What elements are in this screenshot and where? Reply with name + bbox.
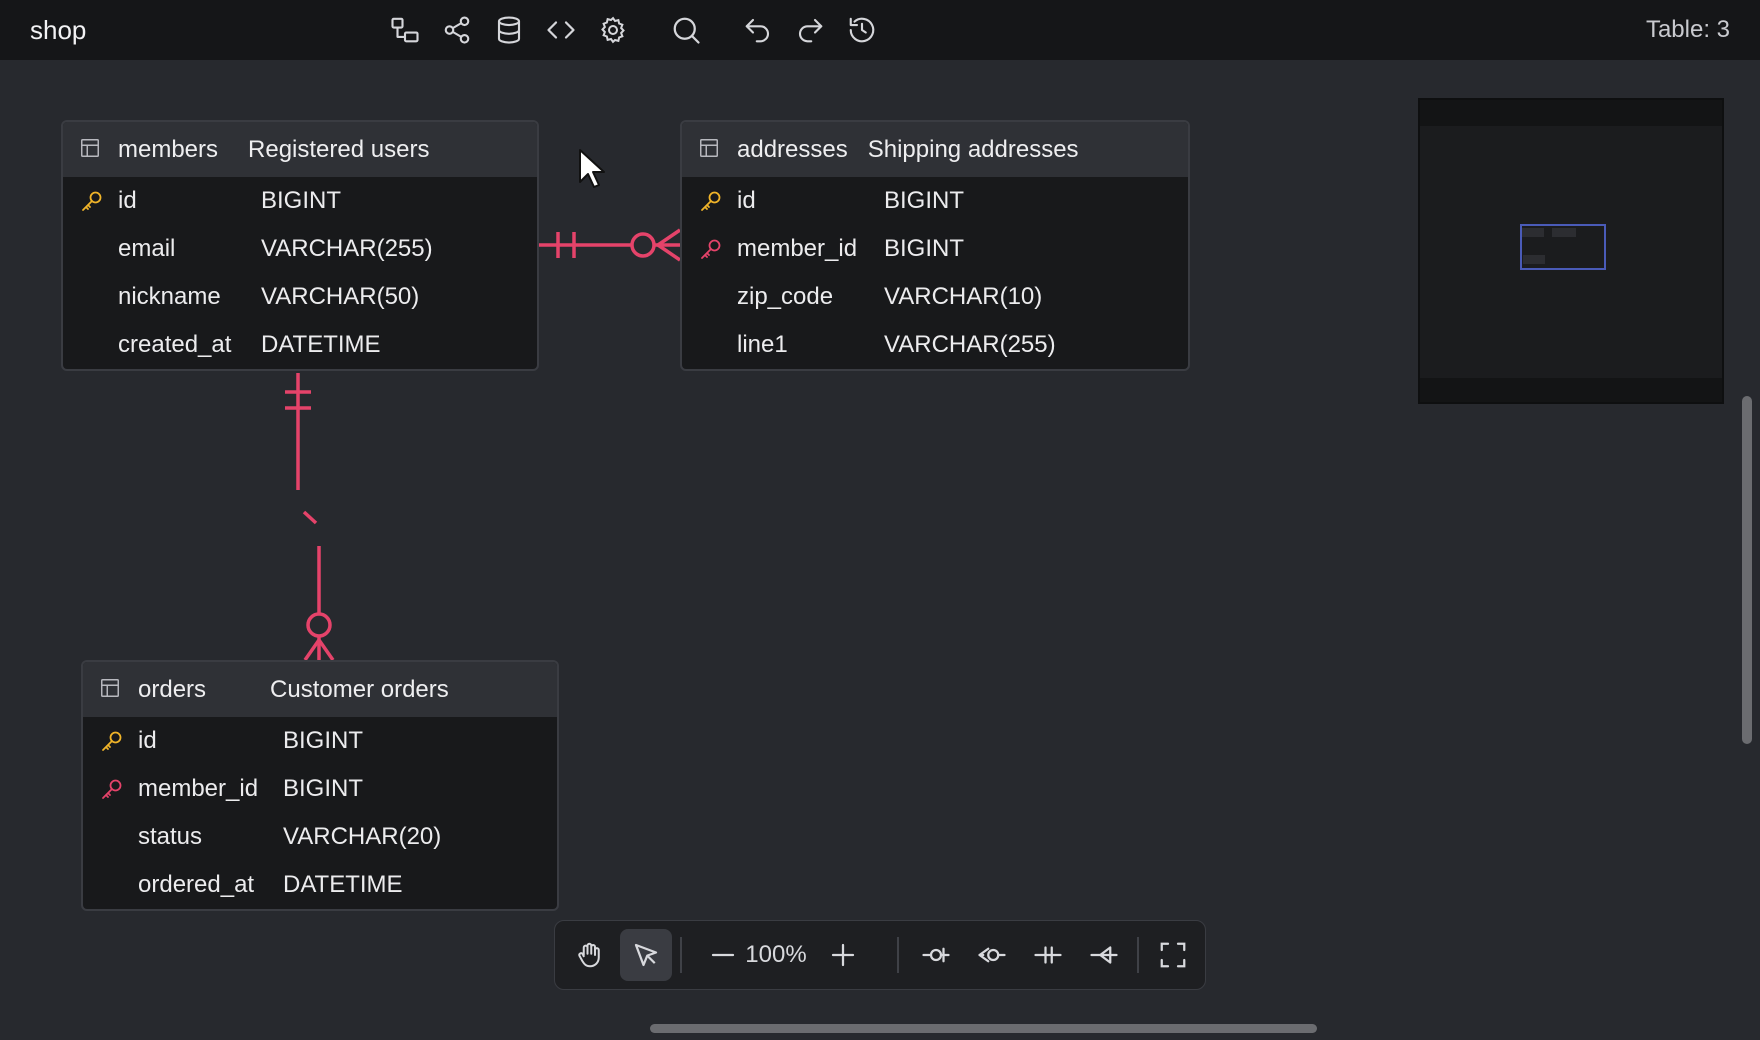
column-name: member_id (737, 235, 858, 262)
table-name: members (118, 135, 219, 163)
column-name: id (138, 727, 157, 754)
history-icon[interactable] (842, 10, 882, 50)
relationship-members-addresses (539, 228, 681, 262)
column-row[interactable]: id BIGINT (63, 177, 537, 225)
table-header[interactable]: members Registered users (63, 122, 537, 177)
app-title: shop (30, 15, 87, 45)
column-type: BIGINT (261, 187, 342, 214)
foreign-key-icon (698, 236, 724, 262)
fullscreen-icon[interactable] (1147, 929, 1199, 981)
primary-key-icon (79, 188, 105, 214)
redo-icon[interactable] (790, 10, 830, 50)
table-header[interactable]: orders Customer orders (83, 662, 557, 717)
column-type: DATETIME (261, 331, 381, 358)
column-row[interactable]: id BIGINT (682, 177, 1188, 225)
zero-or-one-icon[interactable] (910, 929, 962, 981)
column-name: zip_code (737, 283, 834, 310)
minimap[interactable] (1418, 98, 1724, 404)
column-name: status (138, 823, 203, 850)
table-addresses[interactable]: addresses Shipping addresses id BIGINT m… (680, 120, 1190, 371)
table-header[interactable]: addresses Shipping addresses (682, 122, 1188, 177)
column-type: VARCHAR(255) (884, 331, 1056, 358)
column-type: DATETIME (283, 871, 403, 898)
column-name: email (118, 235, 176, 262)
column-row[interactable]: status VARCHAR(20) (83, 813, 557, 861)
table-icon (99, 677, 125, 703)
column-name: member_id (138, 775, 259, 802)
column-type: BIGINT (283, 775, 364, 802)
share-icon[interactable] (437, 10, 477, 50)
table-name: addresses (737, 135, 848, 163)
table-comment: Registered users (248, 135, 430, 163)
mouse-cursor-icon (579, 149, 605, 188)
column-type: BIGINT (884, 235, 965, 262)
one-or-many-icon[interactable] (1078, 929, 1130, 981)
undo-icon[interactable] (738, 10, 778, 50)
table-icon (79, 137, 105, 163)
settings-icon[interactable] (593, 10, 633, 50)
column-type: BIGINT (283, 727, 364, 754)
zoom-level[interactable]: 100% (735, 921, 817, 989)
relationship-members-orders (285, 373, 335, 662)
search-icon[interactable] (666, 10, 706, 50)
column-type: VARCHAR(10) (884, 283, 1043, 310)
database-icon[interactable] (489, 10, 529, 50)
column-row[interactable]: line1 VARCHAR(255) (682, 321, 1188, 369)
primary-key-icon (99, 728, 125, 754)
column-row[interactable]: email VARCHAR(255) (63, 225, 537, 273)
table-members[interactable]: members Registered users id BIGINT email… (61, 120, 539, 371)
diagram-canvas[interactable]: members Registered users id BIGINT email… (0, 60, 1760, 1040)
table-comment: Customer orders (270, 675, 449, 703)
column-name: created_at (118, 331, 232, 358)
diagram-icon[interactable] (385, 10, 425, 50)
top-bar: shop Table: 3 (0, 0, 1760, 60)
column-name: id (118, 187, 137, 214)
code-icon[interactable] (541, 10, 581, 50)
horizontal-scrollbar[interactable] (650, 1024, 1317, 1033)
primary-key-icon (698, 188, 724, 214)
column-type: BIGINT (884, 187, 965, 214)
column-name: id (737, 187, 756, 214)
column-type: VARCHAR(255) (261, 235, 433, 262)
column-row[interactable]: member_id BIGINT (83, 765, 557, 813)
column-name: ordered_at (138, 871, 255, 898)
hand-icon[interactable] (564, 929, 616, 981)
table-icon (698, 137, 724, 163)
column-row[interactable]: member_id BIGINT (682, 225, 1188, 273)
zero-or-many-icon[interactable] (966, 929, 1018, 981)
foreign-key-icon (99, 776, 125, 802)
column-type: VARCHAR(50) (261, 283, 420, 310)
minimap-viewport[interactable] (1520, 224, 1606, 270)
column-row[interactable]: created_at DATETIME (63, 321, 537, 369)
column-row[interactable]: ordered_at DATETIME (83, 861, 557, 909)
table-name: orders (138, 675, 207, 703)
column-row[interactable]: nickname VARCHAR(50) (63, 273, 537, 321)
vertical-scrollbar[interactable] (1742, 396, 1752, 744)
table-count: Table: 3 (1645, 16, 1730, 43)
zoom-in-icon[interactable] (817, 929, 869, 981)
column-name: nickname (118, 283, 221, 310)
column-type: VARCHAR(20) (283, 823, 442, 850)
bottom-toolbar: 100% (554, 920, 1206, 990)
column-row[interactable]: id BIGINT (83, 717, 557, 765)
table-comment: Shipping addresses (867, 135, 1079, 163)
column-name: line1 (737, 331, 788, 358)
one-only-icon[interactable] (1022, 929, 1074, 981)
table-orders[interactable]: orders Customer orders id BIGINT member_… (81, 660, 559, 911)
column-row[interactable]: zip_code VARCHAR(10) (682, 273, 1188, 321)
pointer-icon[interactable] (620, 929, 672, 981)
